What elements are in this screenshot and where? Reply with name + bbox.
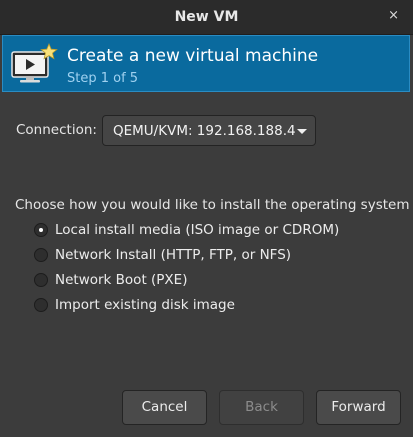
radio-button[interactable] — [34, 298, 48, 312]
header-banner: Create a new virtual machine Step 1 of 5 — [2, 35, 410, 92]
title-bar: New VM × — [0, 0, 413, 35]
radio-button[interactable] — [34, 223, 48, 237]
radio-button[interactable] — [34, 248, 48, 262]
option-label: Import existing disk image — [55, 297, 235, 313]
option-label: Network Install (HTTP, FTP, or NFS) — [55, 247, 292, 263]
window-title: New VM — [174, 9, 239, 25]
radio-button[interactable] — [34, 273, 48, 287]
option-label: Local install media (ISO image or CDROM) — [55, 222, 340, 238]
connection-dropdown[interactable]: QEMU/KVM: 192.168.188.4 — [102, 115, 316, 146]
step-indicator: Step 1 of 5 — [67, 71, 139, 86]
forward-button[interactable]: Forward — [316, 390, 401, 425]
close-icon[interactable]: × — [388, 8, 399, 23]
option-label: Network Boot (PXE) — [55, 272, 188, 288]
connection-value: QEMU/KVM: 192.168.188.4 — [113, 123, 296, 139]
back-button[interactable]: Back — [219, 390, 304, 425]
chevron-down-icon — [297, 129, 307, 134]
connection-label: Connection: — [16, 122, 97, 138]
page-heading: Create a new virtual machine — [67, 46, 319, 66]
vm-monitor-star-icon — [11, 42, 58, 83]
cancel-button[interactable]: Cancel — [122, 390, 207, 425]
install-method-prompt: Choose how you would like to install the… — [15, 197, 410, 213]
